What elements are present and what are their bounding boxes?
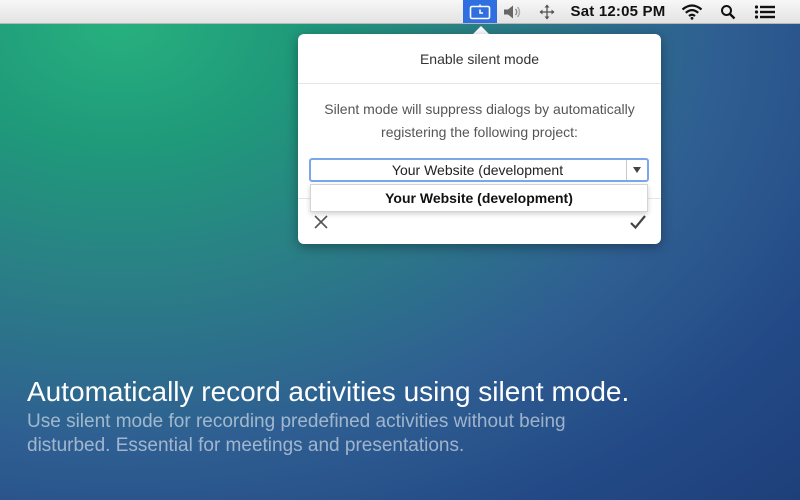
- menu-bar: Sat 12:05 PM: [0, 0, 800, 24]
- menu-clock[interactable]: Sat 12:05 PM: [564, 0, 672, 23]
- timer-app-icon[interactable]: [463, 0, 497, 23]
- dropdown-arrow-icon[interactable]: [626, 160, 647, 180]
- notification-list-icon[interactable]: [752, 0, 778, 23]
- wifi-icon[interactable]: [680, 0, 704, 23]
- caption-headline: Automatically record activities using si…: [27, 376, 630, 407]
- move-icon[interactable]: [538, 0, 556, 23]
- spotlight-search-icon[interactable]: [718, 0, 738, 23]
- close-icon[interactable]: [311, 212, 331, 232]
- project-dropdown-option[interactable]: Your Website (development): [310, 184, 648, 212]
- popover-message: Silent mode will suppress dialogs by aut…: [324, 101, 635, 140]
- project-select-value[interactable]: Your Website (development: [311, 162, 626, 178]
- popover-title: Enable silent mode: [298, 34, 661, 84]
- checkmark-icon[interactable]: [627, 212, 649, 232]
- silent-mode-popover: Enable silent mode Silent mode will supp…: [298, 34, 661, 244]
- project-select[interactable]: Your Website (development: [309, 158, 649, 182]
- caption-subline: Use silent mode for recording predefined…: [27, 411, 566, 456]
- volume-icon[interactable]: [502, 0, 524, 23]
